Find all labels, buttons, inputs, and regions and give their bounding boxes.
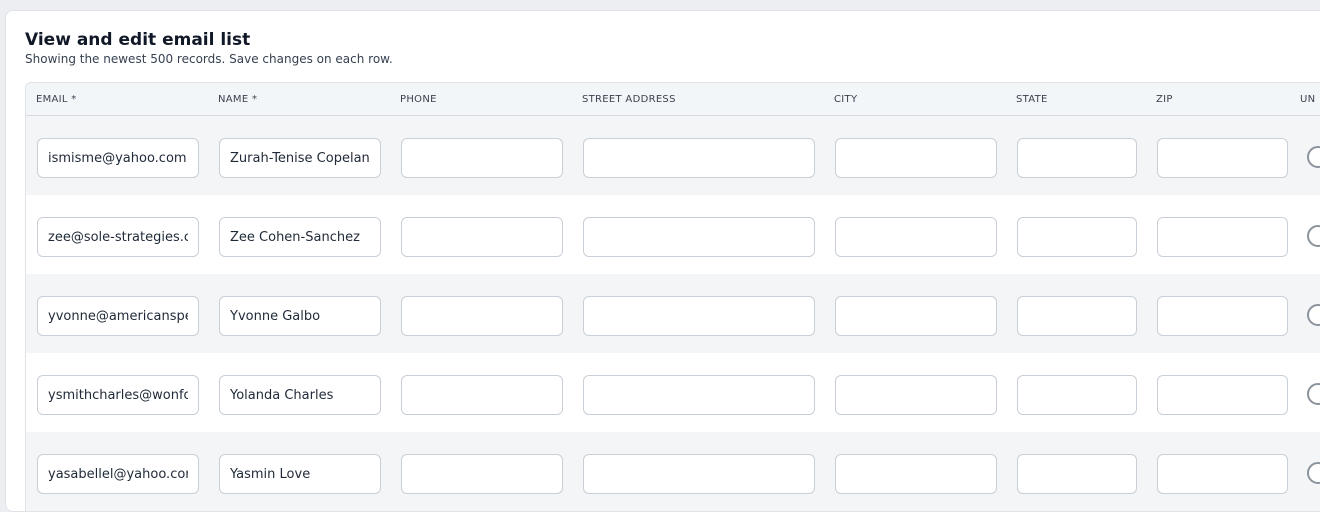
unsubscribe-radio[interactable]: [1307, 462, 1320, 484]
email-list-table: EMAIL * NAME * PHONE STREET ADDRESS CITY…: [25, 82, 1320, 511]
name-field[interactable]: [219, 454, 381, 494]
state-field[interactable]: [1017, 375, 1137, 415]
column-header-state: STATE: [1016, 94, 1048, 105]
name-field[interactable]: [219, 296, 381, 336]
street-address-field[interactable]: [583, 138, 815, 178]
street-address-field[interactable]: [583, 296, 815, 336]
state-field[interactable]: [1017, 138, 1137, 178]
column-header-unsubscribed: UN: [1300, 94, 1316, 105]
phone-field[interactable]: [401, 375, 563, 415]
name-field[interactable]: [219, 217, 381, 257]
table-row: [26, 195, 1320, 274]
table-row: [26, 432, 1320, 511]
column-header-email: EMAIL *: [36, 94, 77, 105]
phone-field[interactable]: [401, 454, 563, 494]
state-field[interactable]: [1017, 454, 1137, 494]
city-field[interactable]: [835, 454, 997, 494]
email-field[interactable]: [37, 296, 199, 336]
column-header-city: CITY: [834, 94, 858, 105]
city-field[interactable]: [835, 375, 997, 415]
column-header-street-address: STREET ADDRESS: [582, 94, 676, 105]
state-field[interactable]: [1017, 217, 1137, 257]
unsubscribe-radio[interactable]: [1307, 225, 1320, 247]
zip-field[interactable]: [1157, 375, 1288, 415]
city-field[interactable]: [835, 217, 997, 257]
phone-field[interactable]: [401, 296, 563, 336]
page-title: View and edit email list: [25, 30, 251, 50]
name-field[interactable]: [219, 375, 381, 415]
page-subtitle: Showing the newest 500 records. Save cha…: [25, 52, 393, 66]
column-header-phone: PHONE: [400, 94, 437, 105]
email-list-panel: View and edit email list Showing the new…: [5, 10, 1320, 512]
table-header: EMAIL * NAME * PHONE STREET ADDRESS CITY…: [26, 83, 1320, 116]
column-header-zip: ZIP: [1156, 94, 1173, 105]
email-field[interactable]: [37, 375, 199, 415]
city-field[interactable]: [835, 138, 997, 178]
email-field[interactable]: [37, 454, 199, 494]
table-row: [26, 274, 1320, 353]
email-field[interactable]: [37, 138, 199, 178]
zip-field[interactable]: [1157, 296, 1288, 336]
table-row: [26, 116, 1320, 195]
name-field[interactable]: [219, 138, 381, 178]
column-header-name: NAME *: [218, 94, 258, 105]
street-address-field[interactable]: [583, 375, 815, 415]
unsubscribe-radio[interactable]: [1307, 304, 1320, 326]
unsubscribe-radio[interactable]: [1307, 146, 1320, 168]
phone-field[interactable]: [401, 138, 563, 178]
phone-field[interactable]: [401, 217, 563, 257]
city-field[interactable]: [835, 296, 997, 336]
email-field[interactable]: [37, 217, 199, 257]
zip-field[interactable]: [1157, 217, 1288, 257]
table-row: [26, 353, 1320, 432]
zip-field[interactable]: [1157, 138, 1288, 178]
unsubscribe-radio[interactable]: [1307, 383, 1320, 405]
zip-field[interactable]: [1157, 454, 1288, 494]
street-address-field[interactable]: [583, 217, 815, 257]
street-address-field[interactable]: [583, 454, 815, 494]
state-field[interactable]: [1017, 296, 1137, 336]
